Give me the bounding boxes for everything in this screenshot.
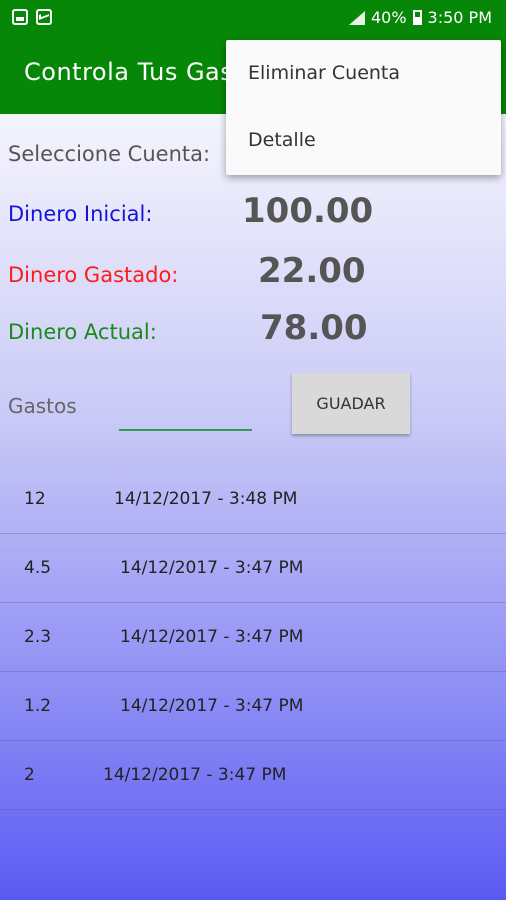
dinero-actual-label: Dinero Actual: — [8, 320, 157, 344]
expense-amount: 12 — [24, 489, 46, 509]
dinero-gastado-label: Dinero Gastado: — [8, 263, 179, 287]
gastos-label: Gastos — [8, 394, 77, 418]
system-icons: 40% 3:50 PM — [348, 8, 492, 27]
expense-row[interactable]: 2 14/12/2017 - 3:47 PM — [0, 741, 506, 810]
expense-amount: 2 — [24, 765, 35, 785]
dinero-inicial-value: 100.00 — [242, 191, 374, 231]
mail-icon — [36, 9, 52, 25]
expense-date: 14/12/2017 - 3:48 PM — [114, 489, 298, 509]
expense-list: 12 14/12/2017 - 3:48 PM 4.5 14/12/2017 -… — [0, 465, 506, 810]
expense-date: 14/12/2017 - 3:47 PM — [120, 696, 304, 716]
signal-icon — [348, 10, 365, 25]
expense-row[interactable]: 12 14/12/2017 - 3:48 PM — [0, 465, 506, 534]
expense-date: 14/12/2017 - 3:47 PM — [120, 627, 304, 647]
dinero-inicial-label: Dinero Inicial: — [8, 202, 153, 226]
expense-date: 14/12/2017 - 3:47 PM — [120, 558, 304, 578]
menu-item-detalle[interactable]: Detalle — [248, 129, 316, 151]
expense-row[interactable]: 1.2 14/12/2017 - 3:47 PM — [0, 672, 506, 741]
expense-amount: 1.2 — [24, 696, 52, 716]
overflow-menu: Eliminar Cuenta Detalle — [226, 40, 501, 175]
expense-amount: 4.5 — [24, 558, 52, 578]
notification-icons — [12, 9, 52, 25]
status-bar: 40% 3:50 PM — [0, 0, 506, 36]
account-select-label: Seleccione Cuenta: — [8, 142, 211, 166]
save-button[interactable]: GUADAR — [292, 373, 410, 434]
expense-amount: 2.3 — [24, 627, 52, 647]
gastos-input[interactable] — [119, 395, 252, 431]
expense-date: 14/12/2017 - 3:47 PM — [103, 765, 287, 785]
expense-row[interactable]: 4.5 14/12/2017 - 3:47 PM — [0, 534, 506, 603]
expense-row[interactable]: 2.3 14/12/2017 - 3:47 PM — [0, 603, 506, 672]
clock: 3:50 PM — [427, 8, 492, 27]
image-icon — [12, 9, 28, 25]
menu-item-eliminar-cuenta[interactable]: Eliminar Cuenta — [248, 62, 400, 84]
battery-icon — [412, 10, 422, 25]
dinero-actual-value: 78.00 — [260, 308, 368, 348]
battery-percent: 40% — [370, 8, 407, 27]
dinero-gastado-value: 22.00 — [258, 251, 366, 291]
